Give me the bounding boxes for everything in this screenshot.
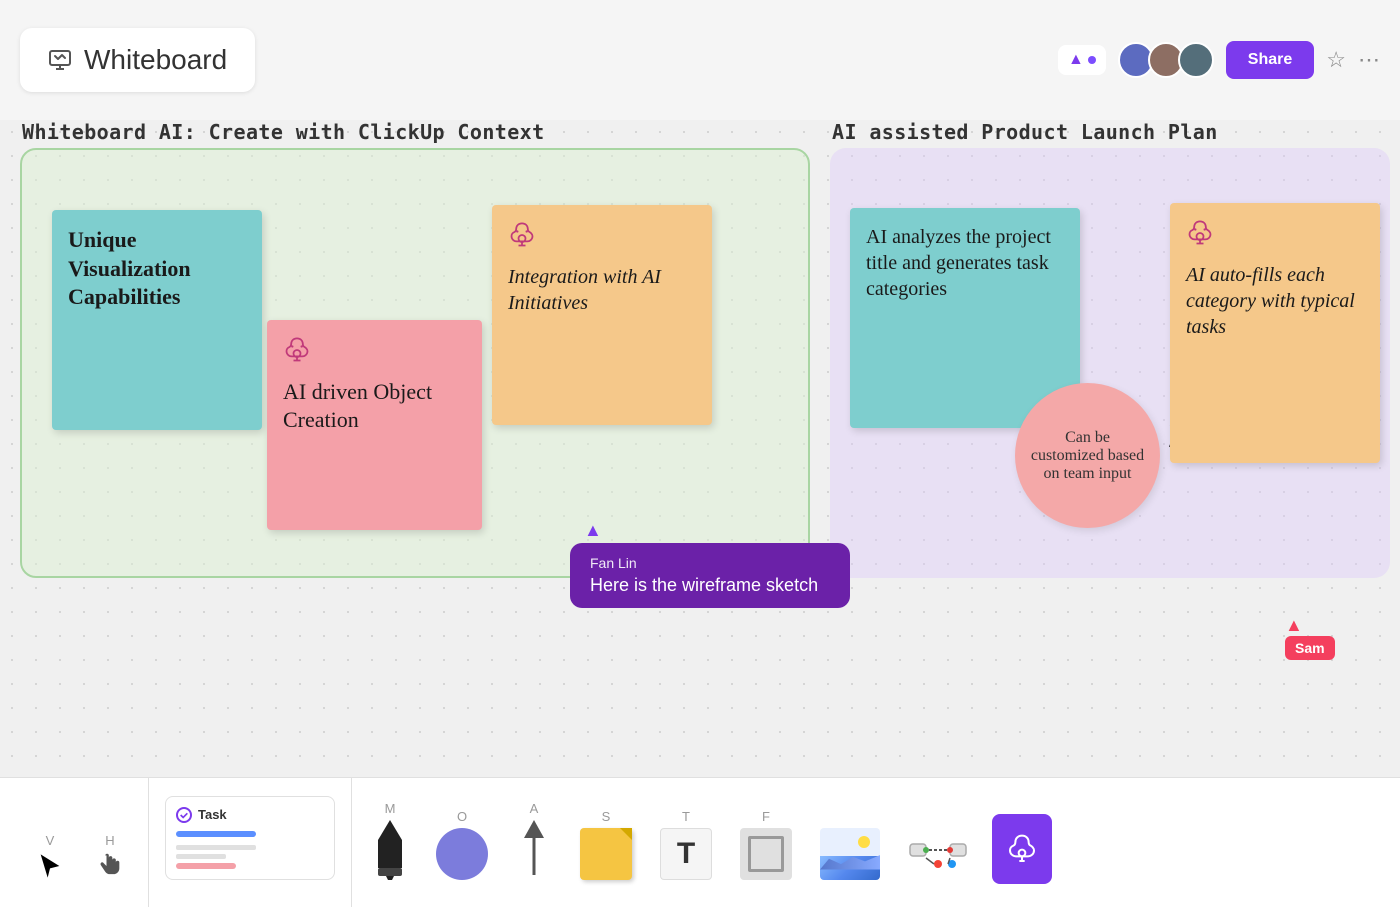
header-left: Whiteboard <box>20 28 255 92</box>
ai-brain-icon-orange <box>508 221 696 256</box>
sam-cursor-arrow: ▲ <box>1285 615 1335 636</box>
task-preview-card: Task <box>165 796 335 880</box>
sticky-orange-right[interactable]: AI auto-fills each category with typical… <box>1170 203 1380 463</box>
tool-frame-key: F <box>762 809 770 824</box>
tooltip-name: Fan Lin <box>590 555 830 571</box>
task-check-icon <box>176 807 192 823</box>
text-tool-icon: T <box>660 828 712 880</box>
sam-label: Sam <box>1285 636 1335 660</box>
sticky-tool-icon <box>580 828 632 880</box>
task-line-1 <box>176 845 256 850</box>
title-box: Whiteboard <box>20 28 255 92</box>
sticky-teal-right-text: AI analyzes the project title and genera… <box>866 226 1051 300</box>
sticky-orange-text: Integration with AI Initiatives <box>508 266 661 314</box>
tool-hand-key: H <box>105 833 114 848</box>
header-right: ▲ Share ☆ ⋯ <box>1058 41 1380 79</box>
task-line-2 <box>176 854 226 859</box>
whiteboard-icon <box>48 48 72 72</box>
tool-sticky-key: S <box>602 809 611 824</box>
tool-frame[interactable]: F <box>728 798 804 888</box>
image-tool-icon <box>820 828 880 880</box>
task-lines <box>176 845 324 869</box>
tool-marker-key: M <box>385 801 396 816</box>
tooltip-message: Here is the wireframe sketch <box>590 575 830 596</box>
ai-tool-icon <box>992 814 1052 884</box>
sticky-pink-text: AI driven Object Creation <box>283 379 432 433</box>
more-button[interactable]: ⋯ <box>1358 47 1380 73</box>
sticky-orange-right-text: AI auto-fills each category with typical… <box>1186 264 1355 338</box>
right-section-label: AI assisted Product Launch Plan <box>832 120 1218 144</box>
left-group: Unique Visualization Capabilities AI dri… <box>20 148 810 578</box>
tool-ai[interactable] <box>984 798 1060 888</box>
tool-select[interactable]: V <box>20 798 80 888</box>
share-button[interactable]: Share <box>1226 41 1314 79</box>
shape-icon <box>436 828 488 880</box>
cursor-group: ▲ <box>1058 45 1106 75</box>
task-preview-title: Task <box>176 807 324 823</box>
header: Whiteboard ▲ Share ☆ ⋯ <box>0 0 1400 120</box>
arrow-tool-icon <box>516 820 552 880</box>
tool-group-task: Task <box>157 778 352 907</box>
sam-cursor: ▲ Sam <box>1285 615 1335 660</box>
pink-circle-text: Can be customized based on team input <box>1027 429 1148 483</box>
cursor-dot <box>1088 56 1096 64</box>
right-group: AI analyzes the project title and genera… <box>830 148 1390 578</box>
task-bar-pink <box>176 863 236 869</box>
tool-hand[interactable]: H <box>80 798 140 888</box>
tool-connector[interactable] <box>896 798 980 888</box>
pink-circle: Can be customized based on team input <box>1015 383 1160 528</box>
tool-marker[interactable]: M <box>360 798 420 888</box>
frame-tool-icon <box>740 828 792 880</box>
marker-icon <box>374 820 406 880</box>
tool-arrow[interactable]: A <box>504 798 564 888</box>
sticky-teal-left[interactable]: Unique Visualization Capabilities <box>52 210 262 430</box>
tool-shape[interactable]: O <box>424 798 500 888</box>
ai-brain-icon-pink <box>283 336 466 372</box>
tool-group-select-hand: V H <box>20 778 149 907</box>
tool-text-key: T <box>682 809 690 824</box>
fanlin-cursor-arrow: ▲ <box>584 520 850 541</box>
sticky-pink[interactable]: AI driven Object Creation <box>267 320 482 530</box>
tool-sticky[interactable]: S <box>568 798 644 888</box>
ai-brain-icon-orange-right <box>1186 219 1364 254</box>
cursor-icon: ▲ <box>1068 51 1084 69</box>
page-title: Whiteboard <box>84 44 227 76</box>
toolbar: V H Task <box>0 777 1400 907</box>
avatar-group <box>1118 42 1214 78</box>
cursor-tooltip: ▲ Fan Lin Here is the wireframe sketch <box>570 520 850 608</box>
star-button[interactable]: ☆ <box>1326 47 1346 73</box>
task-label: Task <box>198 807 227 822</box>
left-section-label: Whiteboard AI: Create with ClickUp Conte… <box>22 120 545 144</box>
tool-image[interactable] <box>808 798 892 888</box>
connector-tool-icon <box>908 828 968 880</box>
tooltip-box: Fan Lin Here is the wireframe sketch <box>570 543 850 608</box>
tool-text[interactable]: T T <box>648 798 724 888</box>
hand-icon <box>96 852 124 880</box>
tool-select-key: V <box>46 833 55 848</box>
avatar-user-3 <box>1178 42 1214 78</box>
select-icon <box>36 852 64 880</box>
sticky-orange[interactable]: Integration with AI Initiatives <box>492 205 712 425</box>
task-bar-blue <box>176 831 256 837</box>
tool-shape-key: O <box>457 809 467 824</box>
sticky-teal-left-text: Unique Visualization Capabilities <box>68 227 191 309</box>
tool-arrow-key: A <box>530 801 539 816</box>
tool-task[interactable]: Task <box>157 798 343 888</box>
